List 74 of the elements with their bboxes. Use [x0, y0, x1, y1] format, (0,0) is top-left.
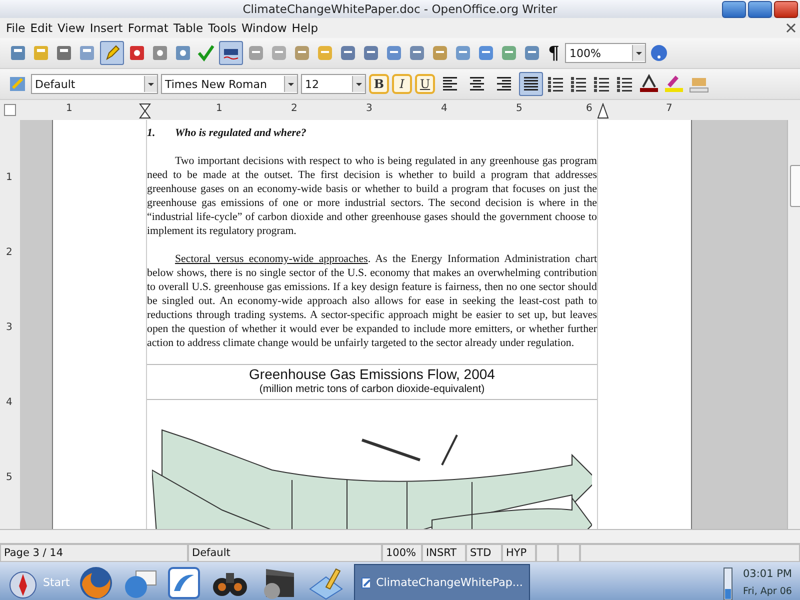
outdent-icon[interactable]	[592, 74, 612, 94]
zoom-dropdown[interactable]: 100%	[565, 43, 646, 63]
align-center-icon	[469, 76, 485, 92]
ruler-number: 1	[216, 103, 222, 114]
right-indent-marker-icon[interactable]	[597, 103, 609, 119]
ruler-number: 2	[291, 103, 298, 114]
ruler-number: 2	[6, 247, 12, 258]
align-left-icon	[442, 76, 458, 92]
status-field	[536, 544, 558, 562]
align-justify-button[interactable]	[519, 72, 543, 96]
indent-icon[interactable]	[615, 74, 635, 94]
align-right-icon	[496, 76, 512, 92]
checkmark-icon[interactable]	[196, 43, 216, 63]
menu-item[interactable]: Insert	[88, 21, 126, 35]
horizontal-scrollbar[interactable]	[0, 529, 800, 544]
page-style: Default	[188, 544, 382, 562]
edit-mode-button[interactable]	[100, 41, 124, 65]
volume-level-icon[interactable]	[721, 564, 735, 600]
close-button[interactable]	[774, 1, 798, 18]
chart-subtitle: (million metric tons of carbon dioxide-equivalent)	[147, 383, 597, 400]
ruler-number: 7	[666, 103, 672, 114]
hyperlink-mode: HYP	[502, 544, 536, 562]
ruler-number: 5	[516, 103, 522, 114]
clock-date: Fri, Apr 06	[743, 586, 792, 597]
ruler-number: 3	[6, 322, 12, 333]
menu-item[interactable]: Help	[290, 21, 321, 35]
indent-marker-icon[interactable]	[139, 103, 151, 119]
heading-number: 1.	[147, 126, 156, 140]
ruler-number: 1	[6, 172, 12, 183]
ruler-number: 4	[441, 103, 448, 114]
taskbar-window-button[interactable]: ClimateChangeWhitePap...	[354, 564, 530, 600]
status-field	[558, 544, 580, 562]
page-indicator: Page 3 / 14	[0, 544, 188, 562]
highlighter-icon[interactable]	[663, 74, 685, 94]
menu-item[interactable]: Window	[239, 21, 290, 35]
format-button[interactable]: B	[369, 74, 389, 94]
autospellcheck-button[interactable]	[219, 41, 243, 65]
font-size-dropdown[interactable]: 12	[301, 74, 366, 94]
maximize-button[interactable]	[748, 1, 772, 18]
menu-item[interactable]: Edit	[28, 21, 56, 35]
ruler-number: 3	[366, 103, 372, 114]
styles-icon[interactable]	[8, 74, 28, 94]
font-color-icon[interactable]	[638, 74, 660, 94]
section-heading: Who is regulated and where?	[175, 126, 306, 140]
minimize-button[interactable]	[722, 1, 746, 18]
menu-item[interactable]: Format	[126, 21, 172, 35]
tab-stop-selector[interactable]	[4, 104, 16, 116]
font-name-dropdown[interactable]: Times New Roman	[161, 74, 298, 94]
selection-mode: STD	[466, 544, 502, 562]
menu-item[interactable]: File	[4, 21, 28, 35]
menu-item[interactable]: View	[56, 21, 88, 35]
pencil-icon	[103, 44, 121, 62]
paragraph-style-dropdown[interactable]: Default	[31, 74, 158, 94]
vertical-scrollbar[interactable]	[787, 120, 800, 529]
insert-mode: INSRT	[422, 544, 466, 562]
clock-time: 03:01 PM	[743, 568, 792, 580]
numbered-list-icon[interactable]	[546, 74, 566, 94]
body-paragraph: Two important decisions with respect to who is being regulated in any greenhouse gas program need to be made at the outset. The first decision is whether to build a program that addresses greenhouse gases on an economy-wide basis or whether to build a program that focuses on just the greenhouse gas emissions of one or more industrial sectors. The second decision is where in the “industrial life-cycle” of carbon dioxide and other greenhouse gases should the government choose to implement its regulatory program.	[147, 154, 597, 238]
ruler-number: 4	[6, 397, 12, 408]
ruler-number: 5	[6, 472, 12, 483]
menu-item[interactable]: Table	[171, 21, 206, 35]
format-button[interactable]: U	[415, 74, 435, 94]
window-title: ClimateChangeWhitePaper.doc - OpenOffice.org Writer	[242, 2, 558, 16]
body-paragraph: Sectoral versus economy-wide approaches. As the Energy Information Administration chart below shows, there is no single sector of the U.S. economy that makes an overwhelming contribution to overall U.S. greenhouse gas emissions. If a key design feature is fairness, then no one sector should be singled out. An economy-wide approach also allows for ease in seeking the least-cost path to reductions through trading systems. A sector-specific approach might be easier to set up, but leaves open the question of whether it would ever be expanded to include more emitters, or whether further action to address climate change would be unfairly targeted to the sector already under regulation.	[147, 252, 597, 350]
align-justify-icon	[523, 76, 539, 92]
zoom-level: 100%	[382, 544, 422, 562]
chart-title: Greenhouse Gas Emissions Flow, 2004	[248, 366, 496, 383]
formatting-marks-button[interactable]: ¶	[545, 42, 562, 64]
format-button[interactable]: I	[392, 74, 412, 94]
bullet-list-icon[interactable]	[569, 74, 589, 94]
ruler-number: 1	[66, 103, 72, 114]
close-document-icon[interactable]	[786, 23, 796, 33]
ruler-number: 6	[586, 103, 592, 114]
menu-item[interactable]: Tools	[206, 21, 240, 35]
